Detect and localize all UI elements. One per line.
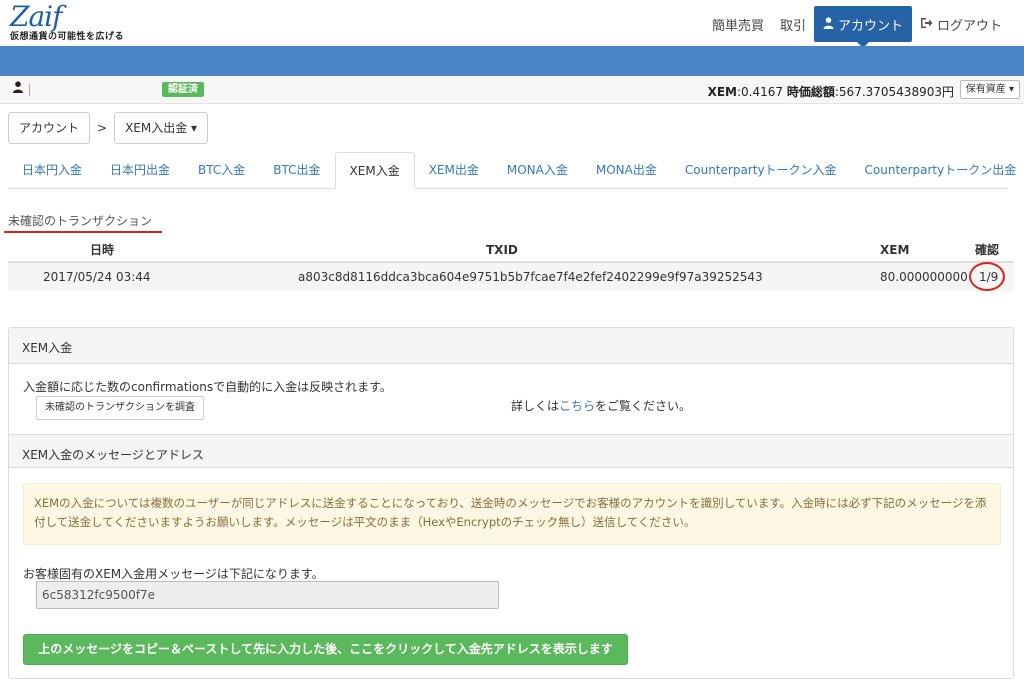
balance-rate: :0.4167 [737,85,787,99]
show-address-button[interactable]: 上のメッセージをコピー＆ペーストして先に入力した後、ここをクリックして入金先アド… [23,634,628,665]
logo-tagline: 仮想通貨の可能性を広げる [10,32,125,42]
nav-logout-label: ログアウト [936,18,1002,34]
deposit-withdraw-tabs: 日本円入金 日本円出金 BTC入金 BTC出金 XEM入金 XEM出金 MONA… [8,152,1016,189]
tab-counterparty-withdraw[interactable]: Counterpartyトークン出金 [851,152,1024,188]
breadcrumb: アカウント > XEM入出金 ▾ [8,112,209,144]
breadcrumb-xem-dropdown[interactable]: XEM入出金 ▾ [114,112,209,144]
user-icon [823,16,834,32]
detail-link[interactable]: こちら [559,399,595,413]
tab-mona-deposit[interactable]: MONA入金 [493,152,582,188]
nav-simple-trade[interactable]: 簡単売買 [704,6,772,42]
assets-dropdown-button[interactable]: 保有資産 ▾ [959,80,1020,99]
logo-wordmark: Zaif [10,0,62,33]
top-nav: 簡単売買 取引 アカウント ログアウト [704,6,1010,48]
unconfirmed-table: 日時 TXID XEM 確認 2017/05/24 03:44 a803c8d8… [8,238,1014,291]
message-label: お客様固有のXEM入金用メッセージは下記になります。 [23,567,324,581]
tab-xem-withdraw[interactable]: XEM出金 [415,152,493,188]
top-header: Zaif 仮想通貨の可能性を広げる 簡単売買 取引 アカウント ログアウト [0,0,1024,48]
detail-suffix: をご覧ください。 [595,399,692,413]
nav-account[interactable]: アカウント [813,6,912,48]
xem-deposit-panel: XEM入金 入金額に応じた数のconfirmationsで自動的に入金は反映され… [8,327,1014,679]
warning-alert: XEMの入金については複数のユーザーが同じアドレスに送金することになっており、送… [23,483,1001,545]
nav-trade-label: 取引 [779,18,806,34]
verified-badge: 認証済 [162,82,204,97]
deposit-message-field[interactable]: 6c58312fc9500f7e [36,581,499,609]
unconfirmed-title-underline [4,231,162,233]
tab-jpy-deposit[interactable]: 日本円入金 [8,152,96,188]
user-icon [12,81,24,97]
balance-total-value: :567.3705438903円 [834,85,954,99]
row-amount: 80.000000000 [880,270,968,284]
balance-total-label: 時価総額 [786,85,835,99]
unconfirmed-title: 未確認のトランザクション [8,214,153,228]
confirm-highlight-circle [969,262,1005,291]
header-band [0,46,1024,76]
tab-btc-deposit[interactable]: BTC入金 [184,152,259,188]
breadcrumb-account[interactable]: アカウント [8,112,91,144]
row-txid: a803c8d8116ddca3bca604e9751b5b7fcae7f4e2… [298,270,763,284]
tab-mona-withdraw[interactable]: MONA出金 [582,152,671,188]
tab-counterparty-deposit[interactable]: Counterpartyトークン入金 [671,152,851,188]
header-date: 日時 [90,243,115,257]
panel-header: XEM入金 [9,328,1013,364]
user-bar: 認証済 XEM:0.4167 時価総額:567.3705438903円 保有資産… [0,76,1024,104]
check-unconfirmed-button[interactable]: 未確認のトランザクションを調査 [36,396,204,420]
row-date: 2017/05/24 03:44 [43,270,151,284]
tab-jpy-withdraw[interactable]: 日本円出金 [96,152,184,188]
confirmations-info: 入金額に応じた数のconfirmationsで自動的に入金は反映されます。 [23,380,392,394]
username-placeholder [29,84,30,96]
header-amount: XEM [880,243,910,257]
sign-out-icon [920,17,933,32]
tab-btc-withdraw[interactable]: BTC出金 [259,152,334,188]
breadcrumb-separator: > [97,121,108,135]
nav-logout[interactable]: ログアウト [912,6,1010,42]
balance-summary: XEM:0.4167 時価総額:567.3705438903円 [708,83,954,100]
header-txid: TXID [486,243,518,257]
table-row: 2017/05/24 03:44 a803c8d8116ddca3bca604e… [8,262,1014,291]
message-address-title: XEM入金のメッセージとアドレス [22,448,204,462]
nav-trade[interactable]: 取引 [772,6,814,42]
table-header: 日時 TXID XEM 確認 [8,238,1014,263]
balance-currency: XEM [707,85,737,99]
nav-simple-trade-label: 簡単売買 [711,18,764,34]
detail-text: 詳しくはこちらをご覧ください。 [511,397,691,414]
panel-title: XEM入金 [22,341,73,355]
zaif-logo[interactable]: Zaif 仮想通貨の可能性を広げる [10,2,160,44]
header-confirm: 確認 [975,243,1000,257]
detail-prefix: 詳しくは [511,399,560,413]
nav-account-label: アカウント [837,18,903,34]
tab-xem-deposit[interactable]: XEM入金 [334,152,415,189]
message-address-header: XEM入金のメッセージとアドレス [9,434,1013,468]
